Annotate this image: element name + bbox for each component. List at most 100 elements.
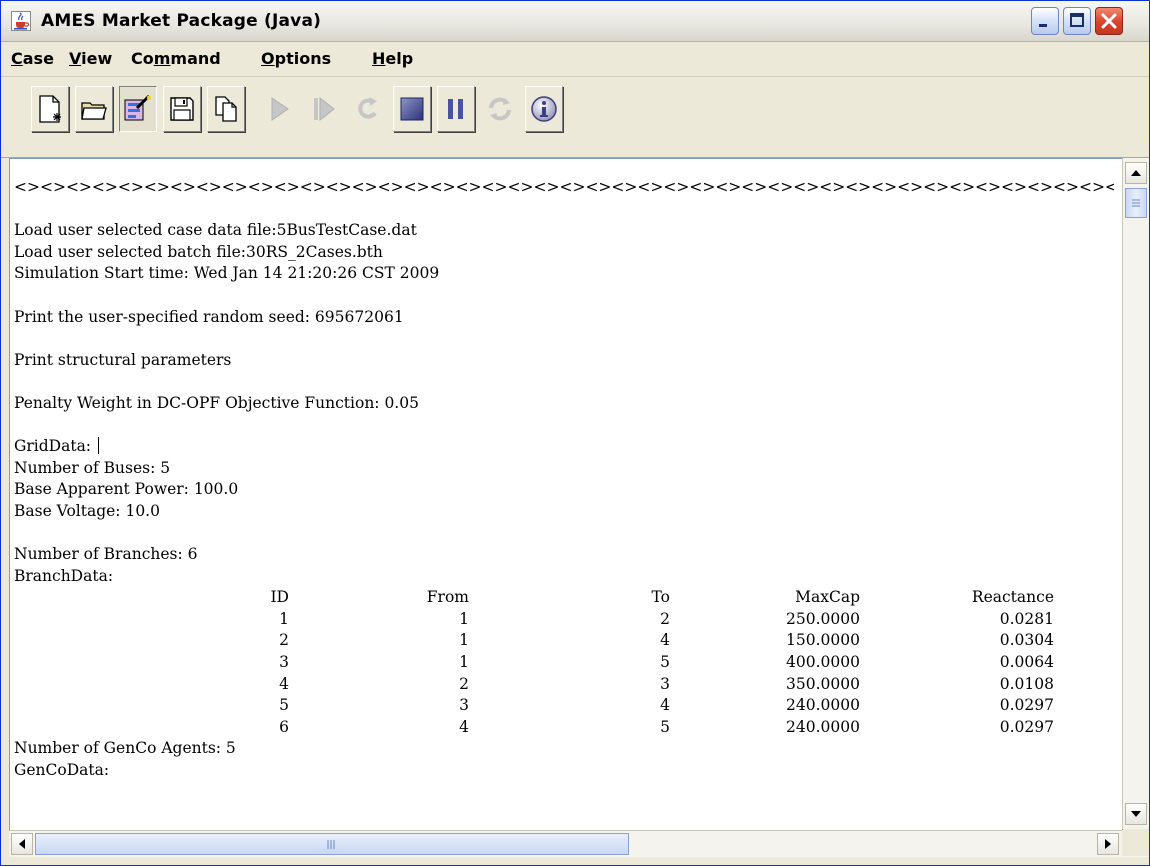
open-folder-icon xyxy=(81,102,107,120)
pause-icon xyxy=(448,99,463,119)
table-cell: 2 xyxy=(279,631,289,650)
toolbar xyxy=(1,77,1149,158)
maximize-icon xyxy=(1070,13,1084,27)
table-cell: 150.0000 xyxy=(786,631,860,650)
column-header: To xyxy=(651,588,670,607)
separator-line: <><><><><><><><><><><><><><><><><><><><>… xyxy=(14,178,1114,196)
window-bottom-border xyxy=(1,857,1149,865)
menu-command-mnemonic: m xyxy=(153,49,171,68)
menu-options-rest: ptions xyxy=(274,49,332,68)
branch-table: ID From To MaxCap Reactance 1 1 2 250.0000 0.0281… xyxy=(14,587,1114,738)
menu-case-mnemonic: C xyxy=(11,49,23,68)
arrow-right-icon xyxy=(1105,839,1111,849)
open-case-button[interactable] xyxy=(75,86,113,132)
table-cell: 3 xyxy=(279,653,289,672)
penalty-weight-line: Penalty Weight in DC-OPF Objective Funct… xyxy=(14,393,419,412)
floppy-disk-icon xyxy=(170,97,194,121)
menu-options-mnemonic: O xyxy=(261,49,275,68)
table-cell: 240.0000 xyxy=(786,717,860,736)
buses-line: Number of Buses: 5 xyxy=(14,458,171,477)
horizontal-scrollbar[interactable] xyxy=(9,830,1149,857)
new-case-button[interactable] xyxy=(31,86,69,132)
menu-case-rest: ase xyxy=(22,49,54,68)
text-caret xyxy=(97,437,99,455)
table-cell: 4 xyxy=(660,631,670,650)
case-file-line: Load user selected case data file:5BusTe… xyxy=(14,221,417,240)
close-button[interactable] xyxy=(1095,7,1123,35)
wizard-icon xyxy=(124,94,151,121)
base-voltage-line: Base Voltage: 10.0 xyxy=(14,501,160,520)
table-cell: 250.0000 xyxy=(786,609,860,628)
run-button[interactable] xyxy=(261,86,299,132)
menu-view-rest: iew xyxy=(81,49,113,68)
refresh-button[interactable] xyxy=(481,86,519,132)
menu-view[interactable]: View xyxy=(69,49,112,68)
table-cell: 0.0297 xyxy=(999,696,1054,715)
copy-button[interactable] xyxy=(207,86,245,132)
table-cell: 1 xyxy=(459,631,469,650)
gencodata-line: GenCoData: xyxy=(14,761,110,780)
menu-help[interactable]: Help xyxy=(372,49,413,68)
menu-command-pre: Co xyxy=(131,49,154,68)
close-icon xyxy=(1101,13,1117,29)
scroll-up-button[interactable] xyxy=(1125,162,1147,184)
scrollbar-corner xyxy=(1122,830,1149,856)
vertical-scroll-thumb[interactable] xyxy=(1125,188,1147,218)
menu-command[interactable]: Command xyxy=(131,49,221,68)
new-document-icon xyxy=(39,95,61,123)
stop-button[interactable] xyxy=(393,86,431,132)
column-header: From xyxy=(426,588,469,607)
scroll-down-button[interactable] xyxy=(1125,803,1147,825)
stop-icon xyxy=(400,97,424,121)
menu-help-mnemonic: H xyxy=(372,49,386,68)
table-row: 3 1 5 400.0000 0.0064 xyxy=(14,652,1074,674)
column-header: Reactance xyxy=(971,588,1054,607)
menu-bar: Case View Command Options Help xyxy=(1,42,1149,77)
arrow-up-icon xyxy=(1131,170,1141,176)
table-cell: 0.0297 xyxy=(999,717,1054,736)
minimize-button[interactable] xyxy=(1031,7,1059,35)
table-cell: 5 xyxy=(660,717,670,736)
structural-params-line: Print structural parameters xyxy=(14,350,232,369)
base-power-line: Base Apparent Power: 100.0 xyxy=(14,480,239,499)
copy-icon xyxy=(215,96,237,122)
table-cell: 0.0064 xyxy=(999,653,1054,672)
maximize-button[interactable] xyxy=(1063,7,1091,35)
table-row: 1 1 2 250.0000 0.0281 xyxy=(14,609,1074,631)
console-output-area[interactable]: <><><><><><><><><><><><><><><><><><><><>… xyxy=(9,158,1123,831)
scroll-left-button[interactable] xyxy=(11,833,33,855)
branch-table-header: ID From To MaxCap Reactance xyxy=(14,587,1074,609)
menu-case[interactable]: Case xyxy=(11,49,54,68)
scroll-right-button[interactable] xyxy=(1097,833,1119,855)
table-cell: 0.0108 xyxy=(999,674,1054,693)
griddata-line: GridData: xyxy=(14,436,1114,458)
about-button[interactable] xyxy=(525,86,563,132)
save-case-button[interactable] xyxy=(163,86,201,132)
title-bar[interactable]: AMES Market Package (Java) xyxy=(1,1,1149,42)
refresh-icon xyxy=(489,97,511,121)
case-wizard-button[interactable] xyxy=(119,86,157,132)
table-row: 5 3 4 240.0000 0.0297 xyxy=(14,695,1074,717)
table-cell: 240.0000 xyxy=(786,696,860,715)
table-row: 2 1 4 150.0000 0.0304 xyxy=(14,630,1074,652)
table-cell: 0.0281 xyxy=(999,609,1054,628)
step-button[interactable] xyxy=(305,86,343,132)
pause-button[interactable] xyxy=(437,86,475,132)
table-cell: 3 xyxy=(660,674,670,693)
vertical-scrollbar[interactable] xyxy=(1122,158,1149,829)
table-cell: 5 xyxy=(279,696,289,715)
window-title: AMES Market Package (Java) xyxy=(41,11,322,31)
table-cell: 1 xyxy=(459,653,469,672)
arrow-left-icon xyxy=(19,839,25,849)
menu-view-mnemonic: V xyxy=(69,49,82,68)
menu-options[interactable]: Options xyxy=(261,49,331,68)
table-cell: 2 xyxy=(459,674,469,693)
table-cell: 6 xyxy=(279,717,289,736)
table-row: 4 2 3 350.0000 0.0108 xyxy=(14,674,1074,696)
branches-line: Number of Branches: 6 xyxy=(14,545,198,564)
restart-button[interactable] xyxy=(349,86,387,132)
horizontal-scroll-thumb[interactable] xyxy=(35,833,629,855)
table-cell: 1 xyxy=(279,609,289,628)
table-cell: 4 xyxy=(279,674,289,693)
start-time-line: Simulation Start time: Wed Jan 14 21:20:… xyxy=(14,264,440,283)
